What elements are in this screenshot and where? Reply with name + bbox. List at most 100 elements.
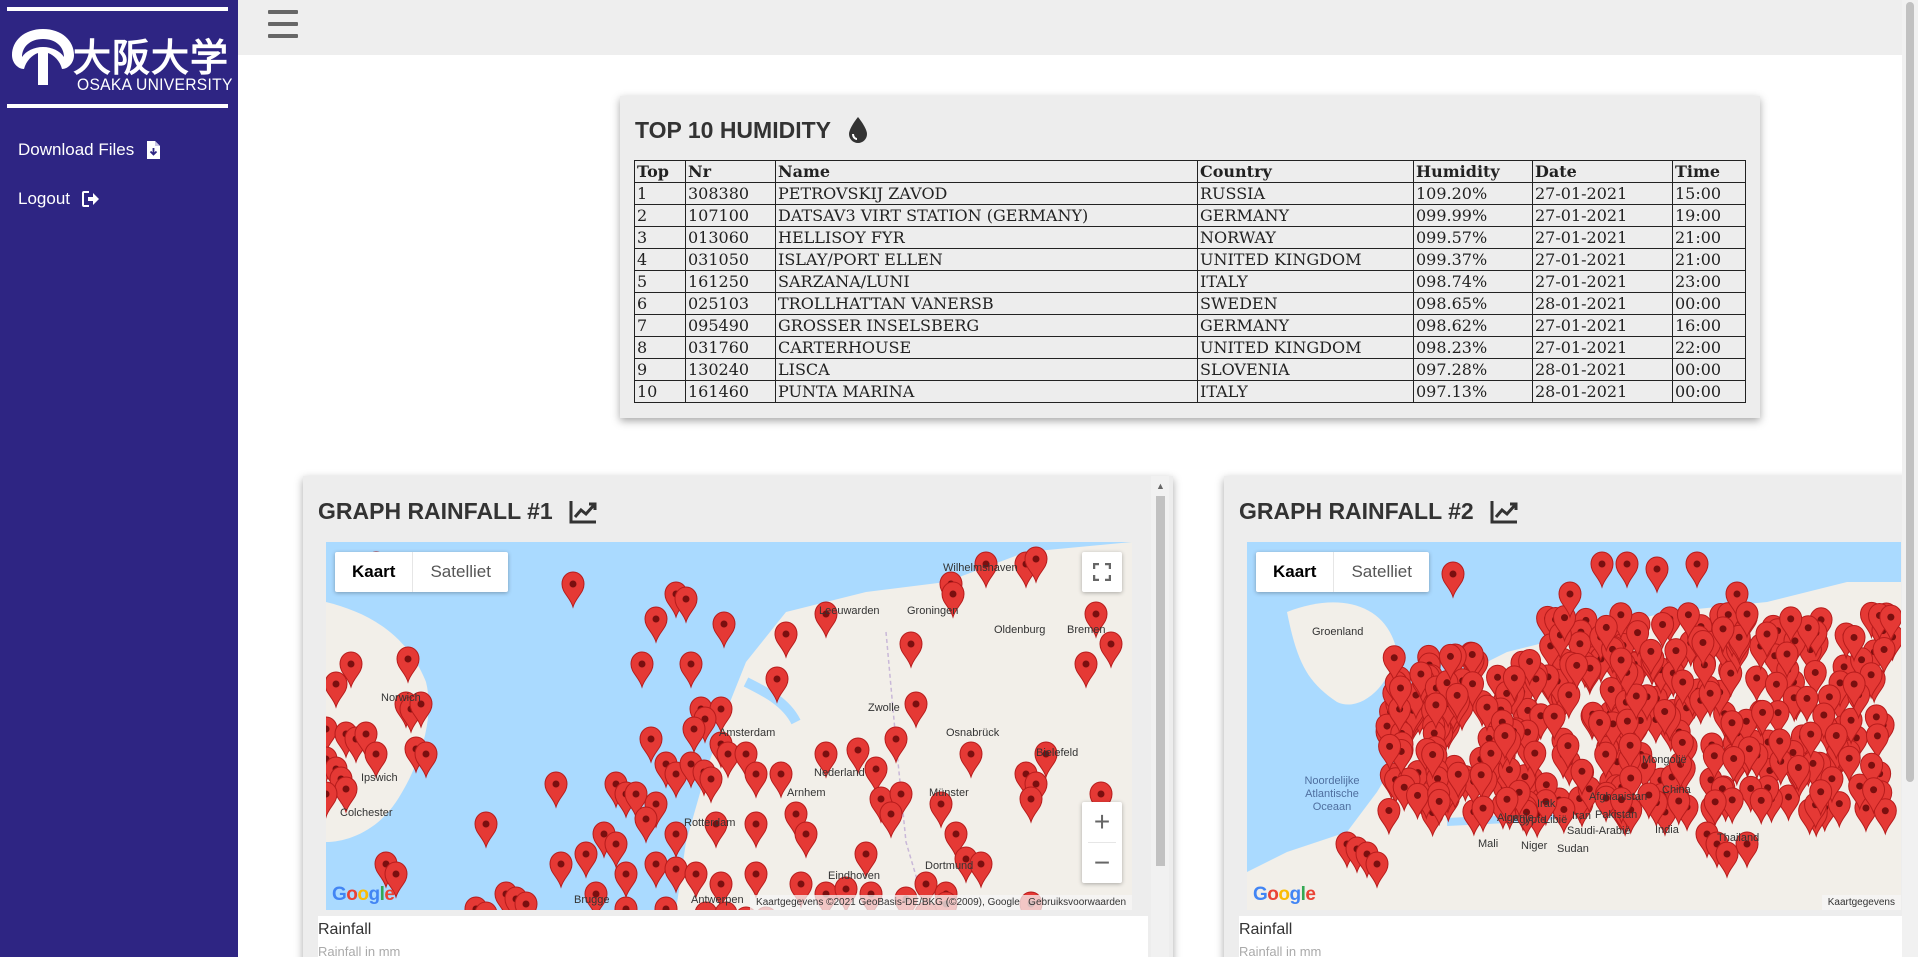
table-cell-humidity: 098.62% — [1413, 314, 1533, 337]
map-place-label: Arnhem — [787, 787, 826, 799]
google-logo[interactable]: Google — [1253, 884, 1316, 906]
column-header-nr: Nr — [685, 160, 776, 183]
table-cell-date: 28-01-2021 — [1532, 292, 1673, 315]
map-place-label: Groningen — [907, 605, 959, 617]
table-cell-top: 7 — [634, 314, 686, 337]
table-row: 7 095490 GROSSER INSELSBERG GERMANY 098.62% 2… — [634, 314, 1746, 337]
table-cell-country: NORWAY — [1197, 226, 1414, 249]
column-header-country: Country — [1197, 160, 1414, 183]
table-row: 1 308380 PETROVSKIJ ZAVOD RUSSIA 109.20% 27-0… — [634, 182, 1746, 205]
map-type-satelliet-button[interactable]: Satelliet — [413, 552, 507, 592]
logout-icon — [82, 191, 100, 207]
map-place-label: Norwich — [381, 692, 421, 704]
zoom-controls: + − — [1082, 802, 1122, 883]
table-cell-humidity: 098.23% — [1413, 336, 1533, 359]
table-cell-time: 21:00 — [1672, 248, 1746, 271]
card-scrollbar[interactable]: ▲ — [1151, 476, 1169, 957]
table-cell-country: RUSSIA — [1197, 182, 1414, 205]
google-logo[interactable]: Google — [332, 884, 395, 906]
osaka-university-logo[interactable]: 大阪大学 OSAKA UNIVERSITY — [7, 7, 232, 111]
map-place-label: Münster — [929, 787, 969, 799]
card-title: GRAPH RAINFALL #2 — [1239, 498, 1518, 525]
table-cell-country: SWEDEN — [1197, 292, 1414, 315]
graph-rainfall-2-title: GRAPH RAINFALL #2 — [1239, 498, 1474, 524]
map-place-label: Egypte — [1512, 814, 1547, 826]
page-scrollbar[interactable] — [1902, 0, 1918, 957]
table-cell-time: 00:00 — [1672, 358, 1746, 381]
column-header-date: Date — [1532, 160, 1673, 183]
water-drop-icon — [847, 116, 869, 144]
scroll-up-arrow-icon[interactable]: ▲ — [1156, 481, 1165, 491]
sidebar-item-logout[interactable]: Logout — [18, 189, 100, 209]
map-type-toggle: Kaart Satelliet — [1256, 552, 1429, 592]
table-cell-time: 22:00 — [1672, 336, 1746, 359]
table-cell-country: GERMANY — [1197, 204, 1414, 227]
table-cell-name: SARZANA/LUNI — [775, 270, 1198, 293]
table-cell-date: 27-01-2021 — [1532, 270, 1673, 293]
hamburger-line — [268, 10, 298, 14]
map-marker-icon[interactable] — [514, 891, 538, 910]
rainfall-map-2[interactable]: Kaart Satelliet Google Kaartgegevens Gro… — [1247, 542, 1901, 910]
table-row: 9 130240 LISCA SLOVENIA 097.28% 28-01-2021 00:… — [634, 358, 1746, 381]
map-place-label: Mali — [1478, 838, 1499, 850]
column-header-time: Time — [1672, 160, 1746, 183]
map-terms-link[interactable]: Gebruiksvoorwaarden — [1028, 897, 1126, 908]
line-chart-icon — [1490, 500, 1518, 524]
table-cell-top: 9 — [634, 358, 686, 381]
rainfall-map-1[interactable]: Kaart Satelliet + − Google Kaartgegevens… — [326, 542, 1132, 910]
file-download-icon — [146, 141, 161, 159]
table-cell-time: 00:00 — [1672, 292, 1746, 315]
table-cell-name: ISLAY/PORT ELLEN — [775, 248, 1198, 271]
menu-toggle-button[interactable] — [268, 10, 298, 42]
table-cell-country: ITALY — [1197, 270, 1414, 293]
card-title: TOP 10 HUMIDITY — [635, 116, 869, 144]
map-place-label: Thailand — [1717, 832, 1760, 844]
map-place-label: Amsterdam — [719, 727, 776, 739]
table-row: 2 107100 DATSAV3 VIRT STATION (GERMANY) GER… — [634, 204, 1746, 227]
table-cell-name: LISCA — [775, 358, 1198, 381]
table-cell-humidity: 109.20% — [1413, 182, 1533, 205]
map-place-label: Eindhoven — [828, 870, 880, 882]
table-cell-country: UNITED KINGDOM — [1197, 336, 1414, 359]
map-type-satelliet-button[interactable]: Satelliet — [1334, 552, 1428, 592]
table-cell-top: 6 — [634, 292, 686, 315]
map-type-kaart-button[interactable]: Kaart — [1256, 552, 1335, 592]
topbar — [238, 0, 1902, 55]
page-scrollbar-thumb[interactable] — [1906, 2, 1914, 782]
table-cell-time: 19:00 — [1672, 204, 1746, 227]
table-row: 5 161250 SARZANA/LUNI ITALY 098.74% 27-01-202… — [634, 270, 1746, 293]
table-cell-date: 27-01-2021 — [1532, 336, 1673, 359]
hamburger-line — [268, 22, 298, 26]
legend-title: Rainfall — [318, 921, 372, 938]
table-cell-top: 8 — [634, 336, 686, 359]
map-place-label: Dortmund — [925, 860, 974, 872]
logo-bar-top — [7, 7, 228, 11]
map-type-toggle: Kaart Satelliet — [335, 552, 508, 592]
table-cell-time: 00:00 — [1672, 380, 1746, 403]
zoom-in-button[interactable]: + — [1082, 802, 1122, 842]
map-place-label: Osnabrück — [946, 727, 1000, 739]
map-place-label: Niger — [1521, 840, 1548, 852]
table-cell-time: 21:00 — [1672, 226, 1746, 249]
scrollbar-thumb[interactable] — [1156, 496, 1165, 866]
map-canvas[interactable] — [326, 542, 1132, 910]
map-place-label: Libië — [1544, 814, 1568, 826]
card-title: GRAPH RAINFALL #1 — [318, 498, 597, 525]
map-place-label: Wilhelmshaven — [943, 562, 1018, 574]
table-cell-date: 28-01-2021 — [1532, 358, 1673, 381]
map-place-label: Pakistan — [1595, 809, 1638, 821]
column-header-top: Top — [634, 160, 686, 183]
table-cell-name: PUNTA MARINA — [775, 380, 1198, 403]
legend-subtitle: Rainfall in mm — [1239, 944, 1322, 957]
map-place-label: Colchester — [340, 807, 393, 819]
table-row: 3 013060 HELLISOY FYR NORWAY 099.57% 27-01-20… — [634, 226, 1746, 249]
zoom-out-button[interactable]: − — [1082, 843, 1122, 883]
sidebar-item-download-files[interactable]: Download Files — [18, 140, 161, 160]
map-place-label: China — [1662, 784, 1691, 796]
table-cell-top: 4 — [634, 248, 686, 271]
map-place-label: Sudan — [1557, 843, 1589, 855]
map-place-label: Bremen — [1067, 624, 1106, 636]
table-cell-time: 23:00 — [1672, 270, 1746, 293]
map-type-kaart-button[interactable]: Kaart — [335, 552, 414, 592]
fullscreen-button[interactable] — [1082, 552, 1122, 592]
